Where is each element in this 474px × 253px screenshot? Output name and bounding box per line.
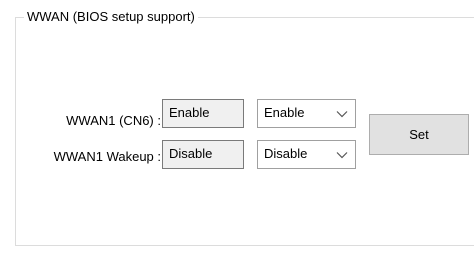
groupbox-title: WWAN (BIOS setup support) (24, 9, 198, 25)
wwan1-cn6-select-value: Enable (264, 105, 305, 120)
wwan1-wakeup-status: Disable (162, 140, 244, 169)
wwan1-cn6-label: WWAN1 (CN6) : (66, 113, 161, 128)
chevron-down-icon (336, 152, 348, 159)
wwan-panel: WWAN (BIOS setup support) WWAN1 (CN6) : … (0, 0, 474, 253)
wwan1-wakeup-label: WWAN1 Wakeup : (53, 149, 161, 164)
wwan1-cn6-status: Enable (162, 99, 244, 128)
wwan1-wakeup-select[interactable]: Disable (257, 140, 356, 169)
set-button[interactable]: Set (369, 114, 469, 155)
chevron-down-icon (336, 111, 348, 118)
wwan1-wakeup-select-value: Disable (264, 146, 308, 161)
wwan1-cn6-select[interactable]: Enable (257, 99, 356, 128)
